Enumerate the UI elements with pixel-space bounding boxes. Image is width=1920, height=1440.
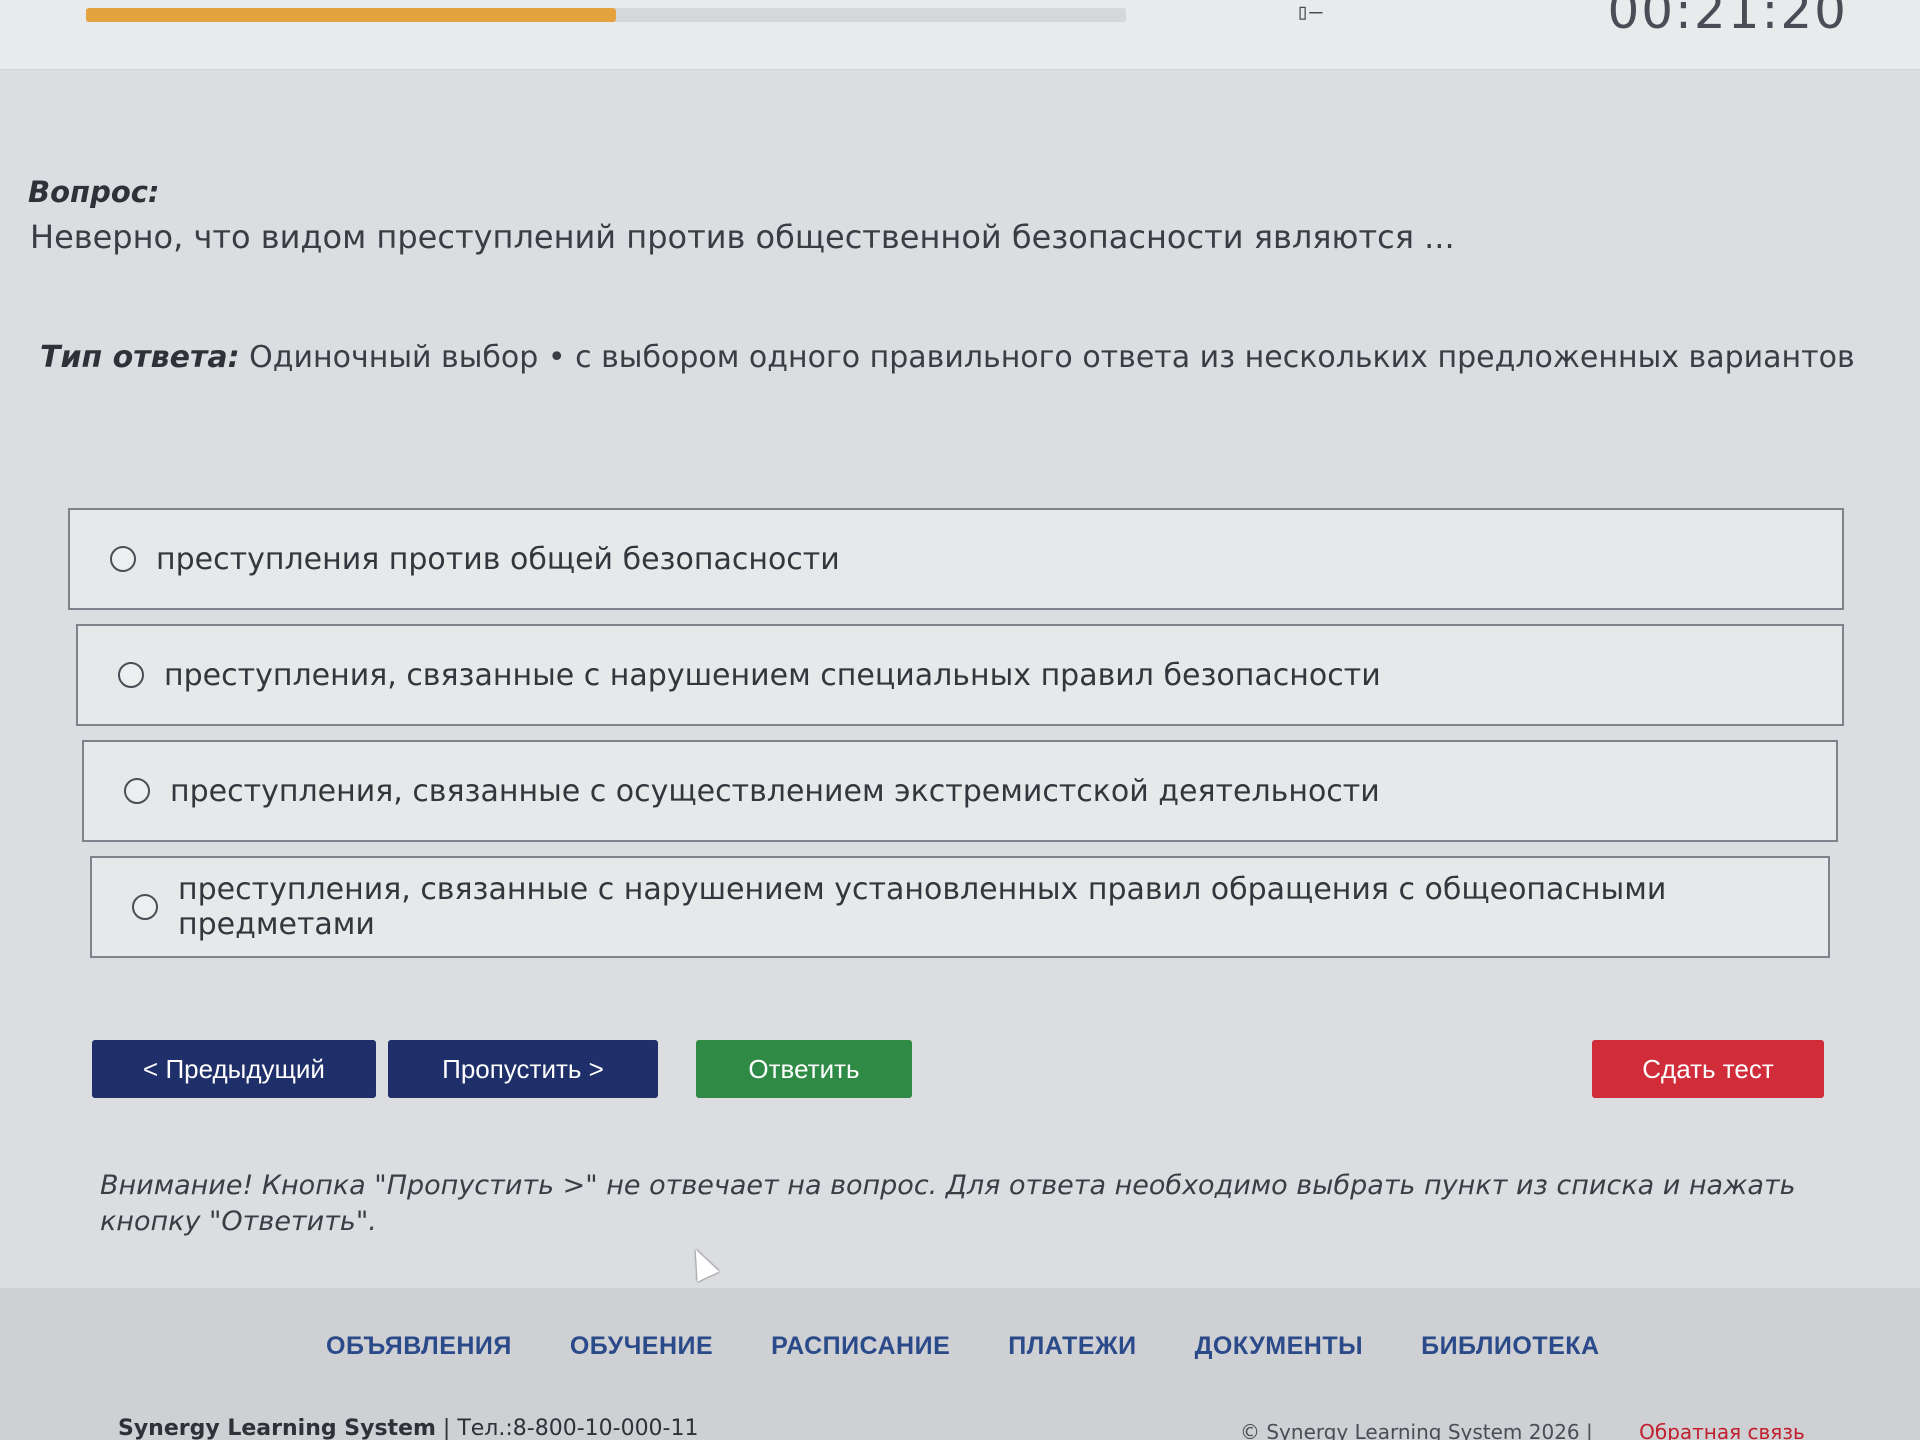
nav-schedule[interactable]: РАСПИСАНИЕ xyxy=(771,1332,950,1361)
option-2[interactable]: преступления, связанные с нарушением спе… xyxy=(76,624,1844,726)
test-page: ▯— 00:21:20 Вопрос: Неверно, что видом п… xyxy=(0,0,1920,1440)
footer-info: Synergy Learning System | Тел.:8-800-10-… xyxy=(118,1416,699,1440)
nav-library[interactable]: БИБЛИОТЕКА xyxy=(1421,1332,1600,1361)
mouse-cursor-icon xyxy=(684,1244,720,1282)
feedback-link[interactable]: Обратная связь xyxy=(1639,1420,1805,1440)
option-4[interactable]: преступления, связанные с нарушением уст… xyxy=(90,856,1830,958)
footer: ОБЪЯВЛЕНИЯ ОБУЧЕНИЕ РАСПИСАНИЕ ПЛАТЕЖИ Д… xyxy=(0,1288,1920,1440)
option-3[interactable]: преступления, связанные с осуществлением… xyxy=(82,740,1838,842)
footer-phone: Тел.:8-800-10-000-11 xyxy=(457,1416,699,1440)
option-label: преступления, связанные с осуществлением… xyxy=(170,773,1380,809)
options-list: преступления против общей безопасности п… xyxy=(68,508,1844,972)
footer-right: © Synergy Learning System 2026 | Обратна… xyxy=(1240,1420,1805,1440)
timer: 00:21:20 xyxy=(1607,0,1848,40)
answer-type-label: Тип ответа: xyxy=(40,340,240,375)
option-label: преступления, связанные с нарушением спе… xyxy=(164,657,1381,693)
radio-button[interactable] xyxy=(132,894,158,920)
nav-learning[interactable]: ОБУЧЕНИЕ xyxy=(570,1332,713,1361)
answer-type-text: Одиночный выбор • с выбором одного прави… xyxy=(249,340,1855,375)
footer-brand: Synergy Learning System xyxy=(118,1416,436,1440)
option-label: преступления, связанные с нарушением уст… xyxy=(178,872,1667,942)
radio-button[interactable] xyxy=(124,778,150,804)
footer-separator: | xyxy=(1586,1420,1600,1440)
top-bar: ▯— 00:21:20 xyxy=(0,0,1920,70)
radio-button[interactable] xyxy=(118,662,144,688)
option-1[interactable]: преступления против общей безопасности xyxy=(68,508,1844,610)
notice-text: Внимание! Кнопка "Пропустить >" не отвеч… xyxy=(100,1170,1796,1237)
submit-test-button[interactable]: Сдать тест xyxy=(1592,1040,1824,1098)
nav-announcements[interactable]: ОБЪЯВЛЕНИЯ xyxy=(326,1332,512,1361)
option-label: преступления против общей безопасности xyxy=(156,541,840,577)
skip-button[interactable]: Пропустить > xyxy=(388,1040,658,1098)
window-icon[interactable]: ▯— xyxy=(1296,0,1323,25)
progress-fill xyxy=(86,8,617,22)
answer-type: Тип ответа: Одиночный выбор • с выбором … xyxy=(40,340,1855,375)
nav-documents[interactable]: ДОКУМЕНТЫ xyxy=(1195,1332,1364,1361)
question-label: Вопрос: xyxy=(28,175,160,209)
progress-bar xyxy=(86,8,1126,22)
question-text: Неверно, что видом преступлений против о… xyxy=(30,218,1455,256)
nav-payments[interactable]: ПЛАТЕЖИ xyxy=(1008,1332,1136,1361)
footer-separator: | xyxy=(442,1416,458,1440)
previous-button[interactable]: < Предыдущий xyxy=(92,1040,376,1098)
footer-nav: ОБЪЯВЛЕНИЯ ОБУЧЕНИЕ РАСПИСАНИЕ ПЛАТЕЖИ Д… xyxy=(326,1332,1600,1361)
answer-button[interactable]: Ответить xyxy=(696,1040,912,1098)
radio-button[interactable] xyxy=(110,546,136,572)
footer-copyright: © Synergy Learning System 2026 xyxy=(1240,1420,1580,1440)
